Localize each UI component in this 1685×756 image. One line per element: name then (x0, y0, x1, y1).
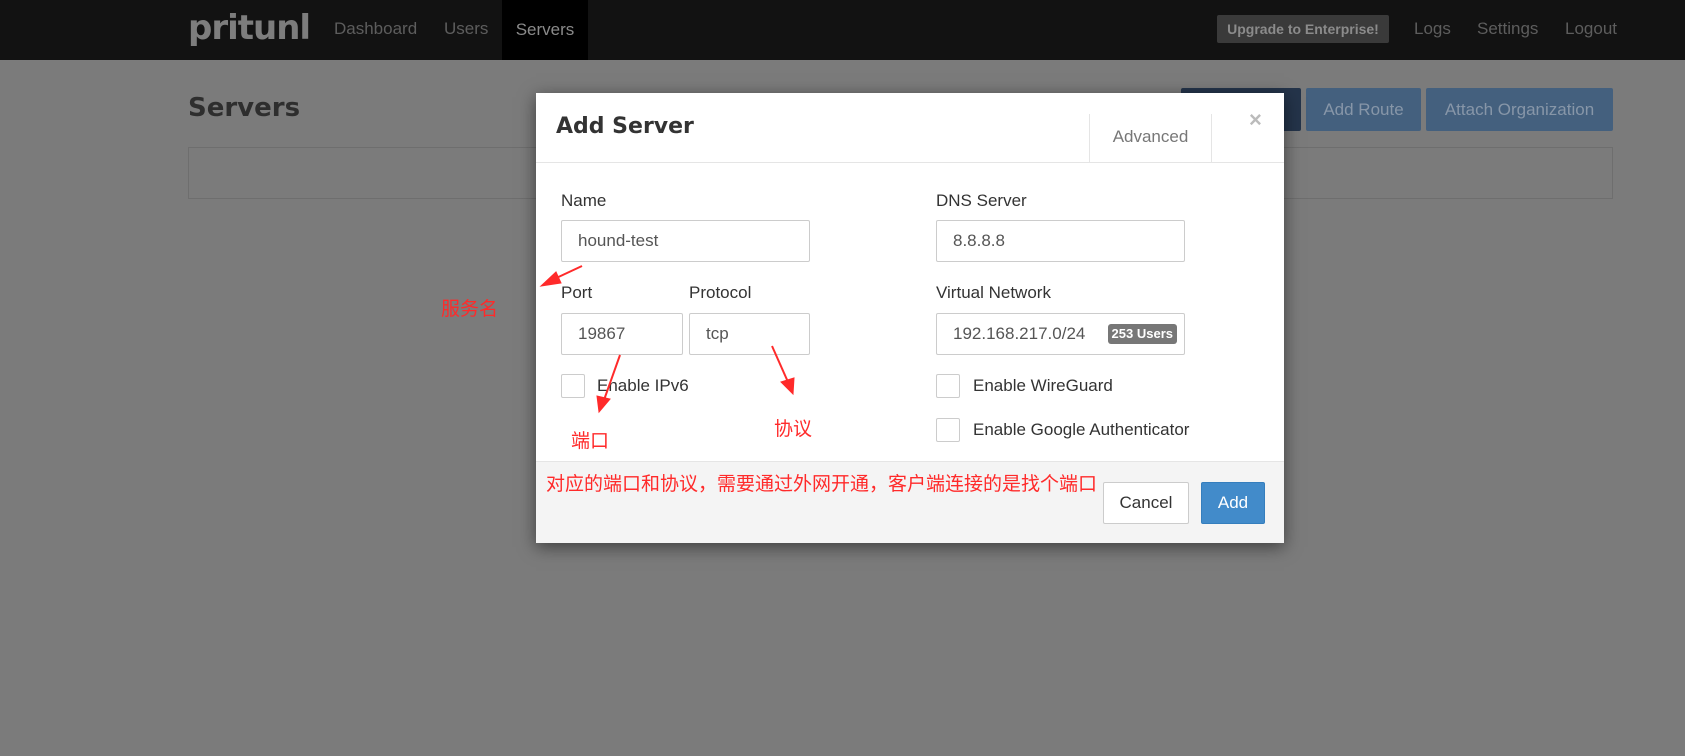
arrow-head-name (539, 271, 562, 287)
arrow-head-port (596, 395, 611, 414)
arrow-line-port (603, 354, 621, 401)
arrow-head-protocol (780, 377, 795, 396)
arrow-line-protocol (771, 345, 789, 383)
annotation-arrows (539, 265, 795, 414)
